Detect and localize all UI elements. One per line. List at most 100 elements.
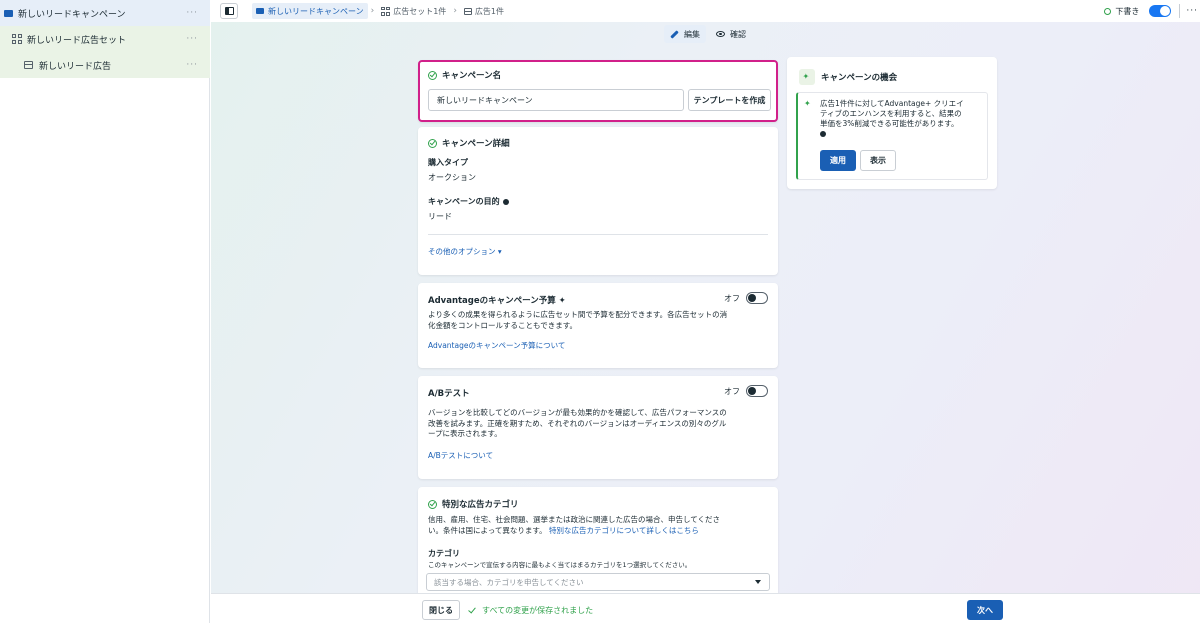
sidebar-panel-icon <box>224 7 234 15</box>
description-line: い。条件は国によって異なります。 特別な広告カテゴリについて詳しくはこちら <box>428 526 773 537</box>
top-bar: 新しいリードキャンペーン › 広告セット1件 › 広告1件 下書き ··· <box>211 0 1200 22</box>
sparkle-icon <box>803 72 812 82</box>
more-options-icon[interactable]: ··· <box>186 60 198 70</box>
card-title: A/Bテスト <box>428 389 470 399</box>
switch-label: オフ <box>724 293 740 303</box>
category-help-text: このキャンペーンで宣伝する内容に最もよく当てはまるカテゴリを1つ選択してください… <box>428 561 692 569</box>
objective-value: リード <box>428 212 452 221</box>
caret-down-icon <box>755 580 761 584</box>
select-placeholder: 該当する場合、カテゴリを申告してください <box>434 577 584 587</box>
eye-icon <box>716 31 725 37</box>
breadcrumb-label: 新しいリードキャンペーン <box>268 6 364 16</box>
draft-status-icon <box>1104 7 1112 15</box>
advantage-budget-toggle[interactable] <box>746 292 768 304</box>
ab-test-link[interactable]: A/Bテストについて <box>428 450 493 461</box>
card-title: 特別な広告カテゴリ <box>428 498 519 510</box>
campaign-opportunity-card: キャンペーンの機会 広告1件件に対してAdvantage+ クリエイ ティブのエ… <box>787 57 997 189</box>
info-row <box>820 129 986 139</box>
card-title: キャンペーン名 <box>428 69 501 81</box>
objective-label-row: キャンペーンの目的 <box>428 196 509 207</box>
description-line: 化金額をコントロールすることもできます。 <box>428 320 577 330</box>
show-button[interactable]: 表示 <box>860 150 896 171</box>
check-circle-icon <box>428 138 437 148</box>
buying-type-value: オークション <box>428 173 476 182</box>
opportunity-recommendation: 広告1件件に対してAdvantage+ クリエイ ティブのエンハンスを利用すると… <box>796 92 988 180</box>
draft-status-label: 下書き <box>1115 6 1140 16</box>
folder-icon <box>256 8 264 14</box>
breadcrumb-label: 広告1件 <box>474 6 505 16</box>
buying-type-label: 購入タイプ <box>428 158 468 167</box>
panel-toggle-button[interactable] <box>220 3 238 19</box>
sidebar-item-label: 新しいリード広告セット <box>27 35 127 46</box>
ab-test-toggle[interactable] <box>746 385 768 397</box>
campaign-name-input[interactable]: 新しいリードキャンペーン <box>428 89 684 111</box>
info-icon[interactable] <box>820 131 826 137</box>
breadcrumb-ad[interactable]: 広告1件 <box>460 3 508 19</box>
campaign-details-card: キャンペーン詳細 購入タイプ オークション キャンペーンの目的 リード その他の… <box>418 127 778 275</box>
tab-label: 編集 <box>684 29 700 39</box>
breadcrumb-campaign[interactable]: 新しいリードキャンペーン <box>252 3 368 19</box>
info-icon[interactable] <box>502 198 509 205</box>
card-title: キャンペーン詳細 <box>428 137 510 149</box>
tab-review[interactable]: 確認 <box>710 25 752 43</box>
folder-icon <box>4 9 13 17</box>
breadcrumb-adset[interactable]: 広告セット1件 <box>377 3 450 19</box>
card-title: キャンペーンの機会 <box>799 69 897 85</box>
objective-label: キャンペーンの目的 <box>428 197 500 206</box>
publish-toggle[interactable] <box>1149 5 1172 17</box>
save-status: すべての変更が保存されました <box>468 600 594 620</box>
breadcrumb-label: 広告セット1件 <box>393 6 447 16</box>
next-button[interactable]: 次へ <box>967 600 1003 620</box>
save-status-text: すべての変更が保存されました <box>482 605 594 615</box>
card-title-text: 特別な広告カテゴリ <box>442 500 519 510</box>
sidebar-item-label: 新しいリードキャンペーン <box>18 9 126 20</box>
sidebar-item-adset[interactable]: 新しいリード広告セット ··· <box>0 26 210 52</box>
category-label: カテゴリ <box>428 549 460 558</box>
more-options-icon[interactable]: ··· <box>186 34 198 44</box>
description-line: より多くの成果を得られるように広告セット間で予算を配分できます。各広告セットの消 <box>428 310 728 319</box>
opportunity-line: 単価を3%削減できる可能性があります。 <box>820 119 959 128</box>
sidebar-item-campaign[interactable]: 新しいリードキャンペーン ··· <box>0 0 210 26</box>
special-ad-category-card: 特別な広告カテゴリ 信用、雇用、住宅、社会問題、選挙または政治に関連した広告の場… <box>418 487 778 597</box>
opportunity-text: 広告1件件に対してAdvantage+ クリエイ ティブのエンハンスを利用すると… <box>820 99 986 139</box>
description-line: バージョンを比較してどのバージョンが最も効果的かを確認して、広告パフォーマンスの <box>428 408 727 417</box>
description-line: 改善を試みます。正確を期すため、それぞれのバージョンはオーディエンスの別々のグル <box>428 418 727 428</box>
more-options-icon[interactable]: ··· <box>1186 6 1198 16</box>
opportunity-icon-badge <box>799 69 815 85</box>
more-options-icon[interactable]: ··· <box>186 8 198 18</box>
ab-switch-row: オフ <box>724 385 768 397</box>
create-template-button[interactable]: テンプレートを作成 <box>688 89 771 111</box>
special-category-link[interactable]: 特別な広告カテゴリについて詳しくはこちら <box>549 526 699 535</box>
description-text: い。条件は国によって異なります。 <box>428 525 547 535</box>
budget-description: より多くの成果を得られるように広告セット間で予算を配分できます。各広告セットの消… <box>428 310 773 331</box>
advantage-budget-link[interactable]: Advantageのキャンペーン予算について <box>428 340 565 351</box>
budget-switch-row: オフ <box>724 292 768 304</box>
ab-test-card: A/Bテスト オフ バージョンを比較してどのバージョンが最も効果的かを確認して、… <box>418 376 778 479</box>
category-select[interactable]: 該当する場合、カテゴリを申告してください <box>426 573 770 591</box>
opportunity-line: 広告1件件に対してAdvantage+ クリエイ <box>820 99 964 108</box>
description-line: 信用、雇用、住宅、社会問題、選挙または政治に関連した広告の場合、申告してくださ <box>428 515 721 524</box>
sparkle-icon <box>804 99 813 109</box>
main-editor: 新しいリードキャンペーン › 広告セット1件 › 広告1件 下書き ··· 編集 <box>211 0 1200 623</box>
mode-switcher: 編集 確認 <box>664 24 752 44</box>
more-options-link[interactable]: その他のオプション ▾ <box>428 246 502 257</box>
apply-button[interactable]: 適用 <box>820 150 856 171</box>
special-description: 信用、雇用、住宅、社会問題、選挙または政治に関連した広告の場合、申告してくださ … <box>428 515 773 536</box>
campaign-tree-sidebar: 新しいリードキャンペーン ··· 新しいリード広告セット ··· 新しいリード広… <box>0 0 210 623</box>
close-button[interactable]: 閉じる <box>422 600 460 620</box>
opportunity-line: ティブのエンハンスを利用すると、結果の <box>820 109 962 118</box>
ad-icon <box>24 61 33 69</box>
tab-edit[interactable]: 編集 <box>664 25 706 43</box>
grid-icon <box>12 34 22 44</box>
check-icon <box>468 605 476 613</box>
check-circle-icon <box>428 499 437 509</box>
advantage-budget-card: Advantageのキャンペーン予算 ✦ オフ より多くの成果を得られるように広… <box>418 283 778 368</box>
check-circle-icon <box>428 70 437 80</box>
sidebar-item-label: 新しいリード広告 <box>39 61 112 72</box>
grid-icon <box>381 6 390 16</box>
description-line: ープに表示されます。 <box>428 429 502 438</box>
pencil-icon <box>670 29 679 39</box>
sidebar-item-ad[interactable]: 新しいリード広告 ··· <box>0 52 210 78</box>
chevron-right-icon: › <box>453 6 457 16</box>
chevron-right-icon: › <box>370 6 375 16</box>
